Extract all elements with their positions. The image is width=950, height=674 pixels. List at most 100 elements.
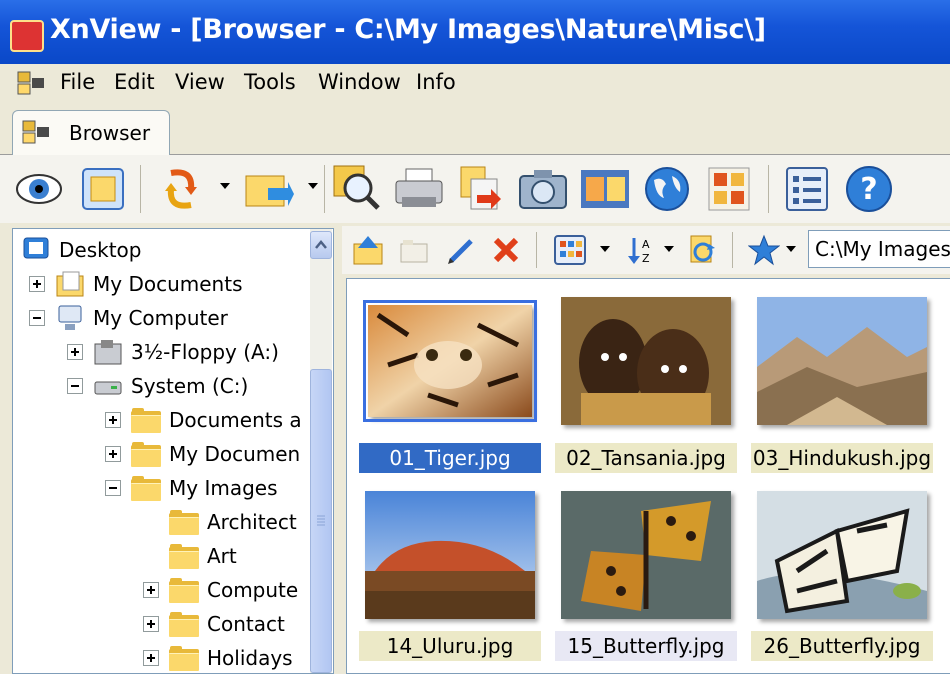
tree-item-label: My Documen <box>169 442 301 466</box>
delete-icon[interactable] <box>486 228 526 272</box>
refresh-icon[interactable] <box>682 228 722 272</box>
expand-icon[interactable] <box>105 446 121 462</box>
file-operations-icon[interactable] <box>244 163 294 215</box>
menu-file[interactable]: File <box>56 68 99 96</box>
tree-item[interactable]: Desktop <box>21 233 141 267</box>
collapse-icon[interactable] <box>29 310 45 326</box>
folder-icon <box>131 476 161 501</box>
view-mode-dropdown-arrow[interactable] <box>600 246 610 252</box>
path-combobox[interactable]: C:\My Images <box>808 230 950 268</box>
expand-icon[interactable] <box>143 616 159 632</box>
expand-icon[interactable] <box>105 412 121 428</box>
sort-icon[interactable]: AZ <box>622 228 662 272</box>
properties-icon[interactable] <box>782 163 832 215</box>
menu-window[interactable]: Window <box>314 68 405 96</box>
computer-icon <box>58 305 82 330</box>
contact-sheet-icon[interactable] <box>704 163 754 215</box>
expand-icon[interactable] <box>67 344 83 360</box>
xnview-app-icon[interactable] <box>10 20 44 52</box>
folder-icon <box>169 646 199 671</box>
folder-icon <box>169 612 199 637</box>
menu-tools[interactable]: Tools <box>240 68 300 96</box>
capture-icon[interactable] <box>518 163 568 215</box>
view-eye-icon[interactable] <box>14 163 64 215</box>
tree-item[interactable]: Holidays <box>143 641 293 673</box>
thumbnail-frame <box>557 485 735 625</box>
thumbnail-image <box>757 297 927 425</box>
expand-icon[interactable] <box>29 276 45 292</box>
tab-browser[interactable]: Browser <box>12 110 170 157</box>
thumbnail-image <box>561 491 731 619</box>
svg-text:Z: Z <box>642 252 650 265</box>
thumbnail-caption: 03_Hindukush.jpg <box>751 443 933 473</box>
thumbnail-image <box>363 300 537 422</box>
rotate-icon[interactable] <box>156 163 206 215</box>
tree-item-label: System (C:) <box>131 374 249 398</box>
file-ops-dropdown-arrow[interactable] <box>308 183 318 189</box>
thumbnail-caption: 26_Butterfly.jpg <box>751 631 933 661</box>
tree-item-label: My Computer <box>93 306 228 330</box>
scroll-thumb[interactable] <box>310 369 332 673</box>
rotate-dropdown-arrow[interactable] <box>220 183 230 189</box>
thumbnail-caption: 01_Tiger.jpg <box>359 443 541 473</box>
thumbnail-caption: 02_Tansania.jpg <box>555 443 737 473</box>
desktop-icon <box>23 237 49 259</box>
favorites-star-icon[interactable] <box>744 228 784 272</box>
folder-icon <box>169 510 199 535</box>
main-toolbar: ? <box>0 155 950 223</box>
tree-item[interactable]: Documents a <box>105 403 302 437</box>
floppy-icon <box>94 340 122 365</box>
browser-toolbar: AZ C:\My Images <box>342 226 950 274</box>
thumbnail-image <box>365 491 535 619</box>
folder-icon <box>169 578 199 603</box>
thumbnail-panel[interactable]: 01_Tiger.jpg 02_Tansania.jpg 03_Hindukus <box>346 278 950 674</box>
fullscreen-icon[interactable] <box>78 163 128 215</box>
folder-tree[interactable]: Desktop My Documents My Computer 3½-Floppy … <box>12 228 334 674</box>
collapse-icon[interactable] <box>67 378 83 394</box>
tree-item[interactable]: Art <box>143 539 237 573</box>
tree-item-label: Holidays <box>207 646 293 670</box>
tree-item[interactable]: My Images <box>105 471 278 505</box>
menu-view[interactable]: View <box>171 68 229 96</box>
tree-item-label: Architect <box>207 510 297 534</box>
thumbnail-caption: 15_Butterfly.jpg <box>555 631 737 661</box>
tree-item[interactable]: My Computer <box>29 301 228 335</box>
thumbnail-frame <box>557 291 735 431</box>
filmstrip-icon[interactable] <box>580 163 630 215</box>
expand-icon[interactable] <box>143 650 159 666</box>
menu-edit[interactable]: Edit <box>110 68 159 96</box>
scroll-up-button[interactable] <box>310 231 332 259</box>
web-globe-icon[interactable] <box>642 163 692 215</box>
tree-item-label: Desktop <box>59 238 142 262</box>
tree-item-label: Documents a <box>169 408 302 432</box>
tree-item[interactable]: System (C:) <box>67 369 248 403</box>
export-icon[interactable] <box>456 163 506 215</box>
menu-info[interactable]: Info <box>412 68 460 96</box>
help-icon[interactable]: ? <box>844 163 894 215</box>
menu-grip-icon <box>17 71 44 95</box>
print-icon[interactable] <box>394 163 444 215</box>
search-icon[interactable] <box>332 163 382 215</box>
tree-item[interactable]: Contact <box>143 607 285 641</box>
tree-scrollbar[interactable] <box>310 229 332 673</box>
tree-item-label: Compute <box>207 578 299 602</box>
tree-item[interactable]: Compute <box>143 573 298 607</box>
tree-item[interactable]: My Documen <box>105 437 300 471</box>
sort-dropdown-arrow[interactable] <box>664 246 674 252</box>
tab-strip: Browser <box>0 102 950 157</box>
thumbnail-frame <box>361 291 539 431</box>
favorites-dropdown-arrow[interactable] <box>786 246 796 252</box>
collapse-icon[interactable] <box>105 480 121 496</box>
parent-folder-icon[interactable] <box>348 228 388 272</box>
tree-item-label: 3½-Floppy (A:) <box>131 340 279 364</box>
thumbnail-image <box>757 491 927 619</box>
tree-item[interactable]: My Documents <box>29 267 242 301</box>
svg-text:?: ? <box>860 172 877 207</box>
tree-item[interactable]: Architect <box>143 505 297 539</box>
new-folder-icon[interactable] <box>394 228 434 272</box>
folder-icon <box>131 408 161 433</box>
expand-icon[interactable] <box>143 582 159 598</box>
view-mode-icon[interactable] <box>550 228 590 272</box>
rename-pencil-icon[interactable] <box>440 228 480 272</box>
tree-item[interactable]: 3½-Floppy (A:) <box>67 335 279 369</box>
